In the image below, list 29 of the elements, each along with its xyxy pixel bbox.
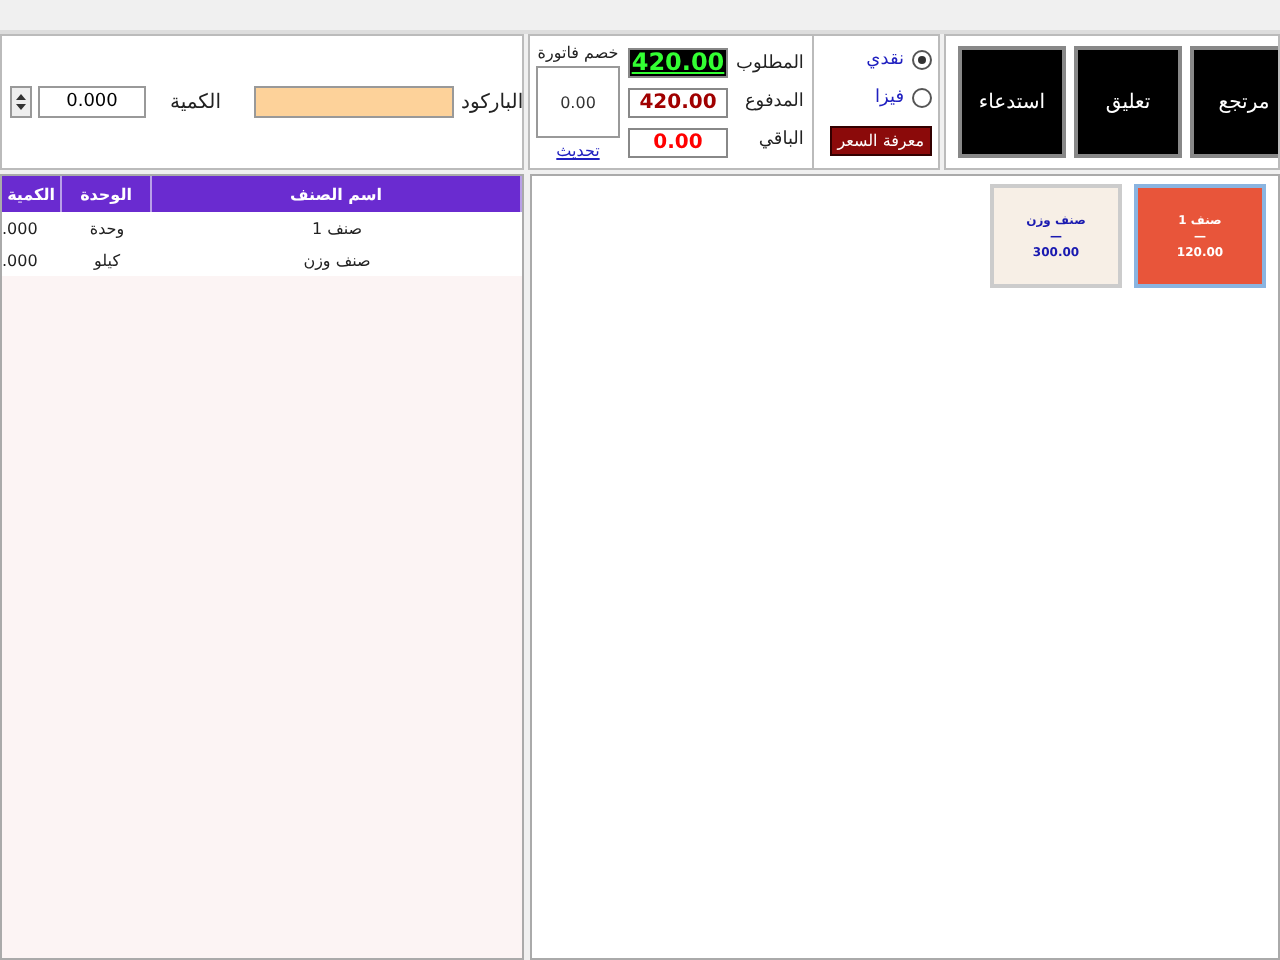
spinner-icon[interactable]	[10, 86, 32, 118]
amount-label: المطلوب	[736, 54, 804, 74]
table-cell: صنف وزن	[152, 244, 522, 276]
barcode-field[interactable]	[253, 86, 454, 118]
table-cell: صنف 1	[152, 212, 522, 244]
table-cell: وحدة	[62, 212, 152, 244]
column-header: اسم الصنف	[152, 176, 522, 212]
refresh-link[interactable]: تحديث	[556, 142, 600, 160]
amount-value: 0.00	[628, 127, 728, 157]
table-cell: .000	[2, 244, 62, 276]
discount-value: 0.00	[536, 66, 620, 138]
column-header: الوحدة	[62, 176, 152, 212]
barcode-label: الباركود	[461, 91, 524, 113]
quantity-label: الكمية	[170, 91, 222, 113]
action-button[interactable]: تعليق	[1074, 46, 1182, 158]
quantity-field[interactable]: 0.000	[38, 86, 146, 118]
action-button[interactable]: استدعاء	[958, 46, 1066, 158]
amount-label: المدفوع	[744, 92, 804, 112]
payment-radio[interactable]: فيزا	[875, 87, 932, 107]
payment-radio[interactable]: نقدي	[866, 49, 932, 69]
amount-value: 420.00	[628, 87, 728, 117]
price-check-button[interactable]: معرفة السعر	[829, 125, 932, 155]
table-cell: .000	[2, 212, 62, 244]
amount-value: 420.00	[628, 47, 728, 77]
amount-label: الباقي	[758, 130, 804, 150]
column-header: الكمية	[2, 176, 62, 212]
discount-label: خصم فاتورة	[537, 44, 619, 62]
table-cell: كيلو	[62, 244, 152, 276]
action-button[interactable]: مرتجع	[1190, 46, 1278, 158]
